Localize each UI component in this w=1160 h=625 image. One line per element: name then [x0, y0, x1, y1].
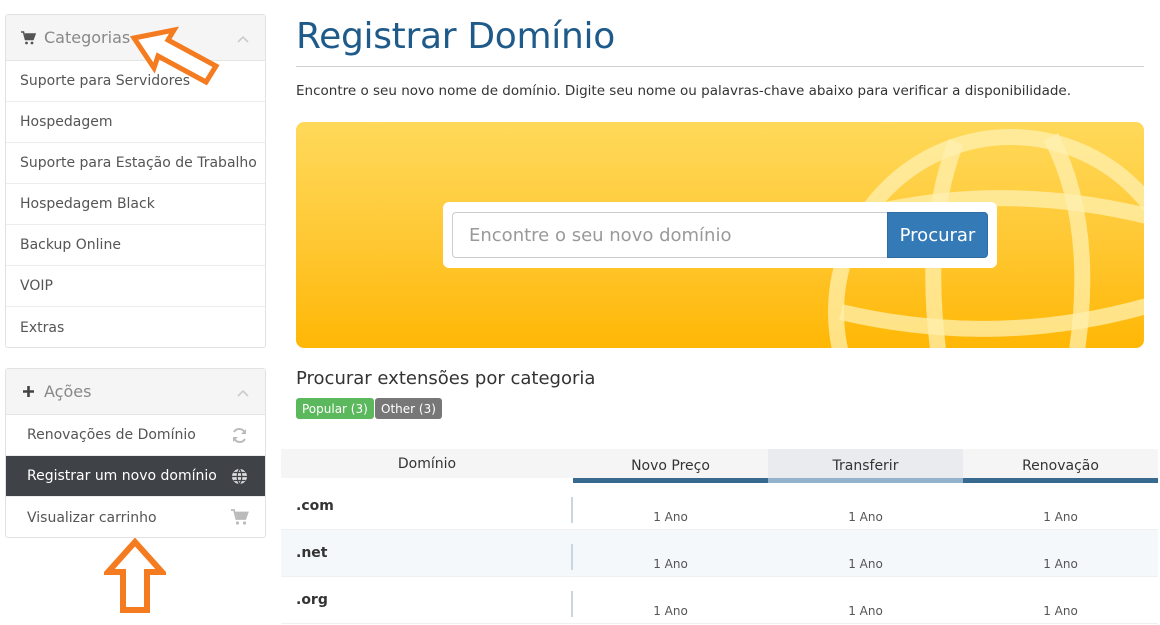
cell-divider — [571, 544, 573, 570]
sidebar-item-view-cart[interactable]: Visualizar carrinho — [6, 497, 265, 538]
table-row: .org 1 Ano 1 Ano 1 Ano — [281, 577, 1158, 624]
column-header-new-price: Novo Preço — [573, 449, 768, 483]
extensions-heading: Procurar extensões por categoria — [296, 368, 596, 389]
actions-panel: Ações Renovações de Domínio Registrar um… — [5, 368, 266, 538]
chevron-up-icon[interactable] — [237, 31, 249, 43]
sidebar-item-voip[interactable]: VOIP — [6, 266, 265, 307]
domain-cell: .net — [281, 530, 573, 576]
cart-icon — [231, 509, 249, 526]
renewal-cell: 1 Ano — [1043, 557, 1078, 571]
column-header-label: Novo Preço — [631, 458, 710, 474]
sidebar-item-domain-renewals[interactable]: Renovações de Domínio — [6, 415, 265, 456]
globe-icon — [231, 468, 248, 485]
search-button[interactable]: Procurar — [887, 212, 988, 258]
sidebar-item-backup-online[interactable]: Backup Online — [6, 225, 265, 266]
column-header-label: Renovação — [1022, 458, 1099, 474]
sidebar-item-hospedagem-black[interactable]: Hospedagem Black — [6, 184, 265, 225]
table-row: .net 1 Ano 1 Ano 1 Ano — [281, 530, 1158, 577]
column-header-domain: Domínio — [281, 449, 573, 478]
sidebar-item-label: Hospedagem — [20, 114, 113, 130]
title-divider — [296, 66, 1144, 67]
tag-other[interactable]: Other (3) — [375, 398, 442, 419]
domain-cell: .org — [281, 577, 573, 623]
sidebar-item-extras[interactable]: Extras — [6, 307, 265, 348]
domain-cell: .com — [281, 483, 573, 529]
sidebar-item-label: VOIP — [20, 278, 53, 294]
page-title: Registrar Domínio — [296, 16, 615, 57]
domain-extension: .com — [296, 498, 334, 514]
actions-title: Ações — [44, 382, 92, 401]
transfer-cell: 1 Ano — [848, 557, 883, 571]
sidebar-item-label: Suporte para Estação de Trabalho — [20, 155, 257, 171]
cart-icon — [20, 30, 36, 46]
sidebar-item-label: Visualizar carrinho — [27, 509, 157, 526]
plus-icon — [20, 384, 36, 400]
transfer-cell: 1 Ano — [848, 510, 883, 524]
sidebar-item-label: Backup Online — [20, 237, 121, 253]
new-price-cell: 1 Ano — [653, 510, 688, 524]
table-row: .com 1 Ano 1 Ano 1 Ano — [281, 483, 1158, 530]
table-header: Domínio Novo Preço Transferir Renovação — [281, 449, 1158, 483]
new-price-cell: 1 Ano — [653, 557, 688, 571]
domain-search-input[interactable]: Encontre o seu novo domínio — [452, 212, 888, 258]
column-header-renewal: Renovação — [963, 449, 1158, 483]
cell-divider — [571, 497, 573, 523]
sidebar-item-label: Extras — [20, 319, 65, 336]
search-container: Encontre o seu novo domínio Procurar — [443, 202, 997, 268]
orange-arrow-icon — [130, 26, 220, 86]
cell-divider — [571, 591, 573, 617]
sidebar-item-label: Hospedagem Black — [20, 196, 155, 212]
orange-arrow-icon — [104, 538, 166, 613]
sidebar-item-hospedagem[interactable]: Hospedagem — [6, 102, 265, 143]
sidebar-item-register-domain[interactable]: Registrar um novo domínio — [6, 456, 265, 497]
column-header-label: Transferir — [832, 458, 899, 474]
actions-header[interactable]: Ações — [6, 369, 265, 415]
renewal-cell: 1 Ano — [1043, 510, 1078, 524]
refresh-icon — [231, 427, 248, 444]
domain-extension: .net — [296, 545, 328, 561]
chevron-up-icon[interactable] — [237, 385, 249, 397]
domain-search-hero: Encontre o seu novo domínio Procurar — [296, 122, 1144, 348]
sidebar-item-label: Renovações de Domínio — [27, 427, 196, 443]
new-price-cell: 1 Ano — [653, 604, 688, 618]
sidebar-item-label: Registrar um novo domínio — [27, 468, 217, 484]
renewal-cell: 1 Ano — [1043, 604, 1078, 618]
sidebar-item-suporte-estacao[interactable]: Suporte para Estação de Trabalho — [6, 143, 265, 184]
pricing-table: Domínio Novo Preço Transferir Renovação … — [281, 449, 1158, 624]
categories-title: Categorias — [44, 28, 131, 47]
intro-text: Encontre o seu novo nome de domínio. Dig… — [296, 83, 1072, 99]
domain-extension: .org — [296, 592, 328, 608]
transfer-cell: 1 Ano — [848, 604, 883, 618]
column-header-transfer: Transferir — [768, 449, 963, 483]
tag-popular[interactable]: Popular (3) — [296, 398, 374, 419]
